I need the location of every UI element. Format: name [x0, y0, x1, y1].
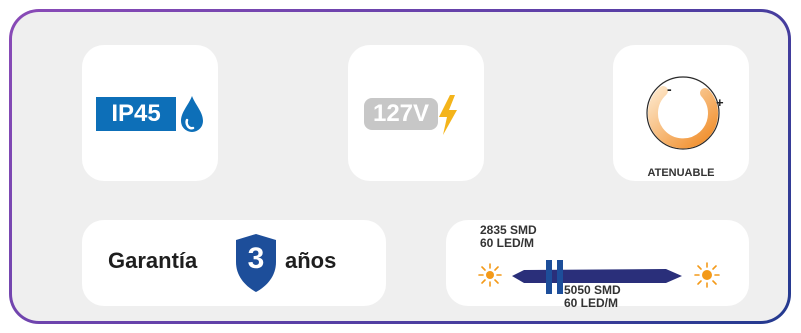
lightning-bolt-icon — [439, 95, 457, 135]
sun-icon — [694, 262, 720, 288]
warranty-years: 3 — [247, 242, 265, 275]
dimmable-label: ATENUABLE — [647, 167, 715, 179]
led-bottom-line2: 60 LED/M — [564, 296, 619, 310]
led-top-line2: 60 LED/M — [480, 236, 535, 250]
ip-rating-badge: IP45 — [96, 97, 176, 131]
dimmable-card: - + ATENUABLE — [613, 45, 749, 181]
feature-panel: IP45 127V - + ATENUABLE Garantía 3 años … — [12, 12, 788, 321]
voltage-badge: 127V — [364, 98, 438, 130]
sun-icon — [478, 263, 502, 287]
warranty-prefix: Garantía — [108, 248, 198, 273]
led-bottom-label: 5050 SMD 60 LED/M — [564, 284, 621, 310]
dimmer-minus-label: - — [667, 81, 672, 97]
led-type-card: 2835 SMD 60 LED/M 5050 SMD 60 LED/M — [446, 220, 749, 310]
water-drop-icon — [181, 96, 203, 132]
dimmer-knob-icon — [646, 76, 720, 150]
voltage-card: 127V — [348, 45, 484, 181]
led-top-label: 2835 SMD 60 LED/M — [480, 224, 537, 250]
dimmer-plus-label: + — [716, 95, 724, 110]
ip-rating-card: IP45 — [82, 45, 218, 181]
warranty-suffix: años — [285, 248, 337, 273]
outer-frame: IP45 127V - + ATENUABLE Garantía 3 años … — [9, 9, 791, 324]
warranty-card: Garantía 3 años — [82, 220, 386, 306]
